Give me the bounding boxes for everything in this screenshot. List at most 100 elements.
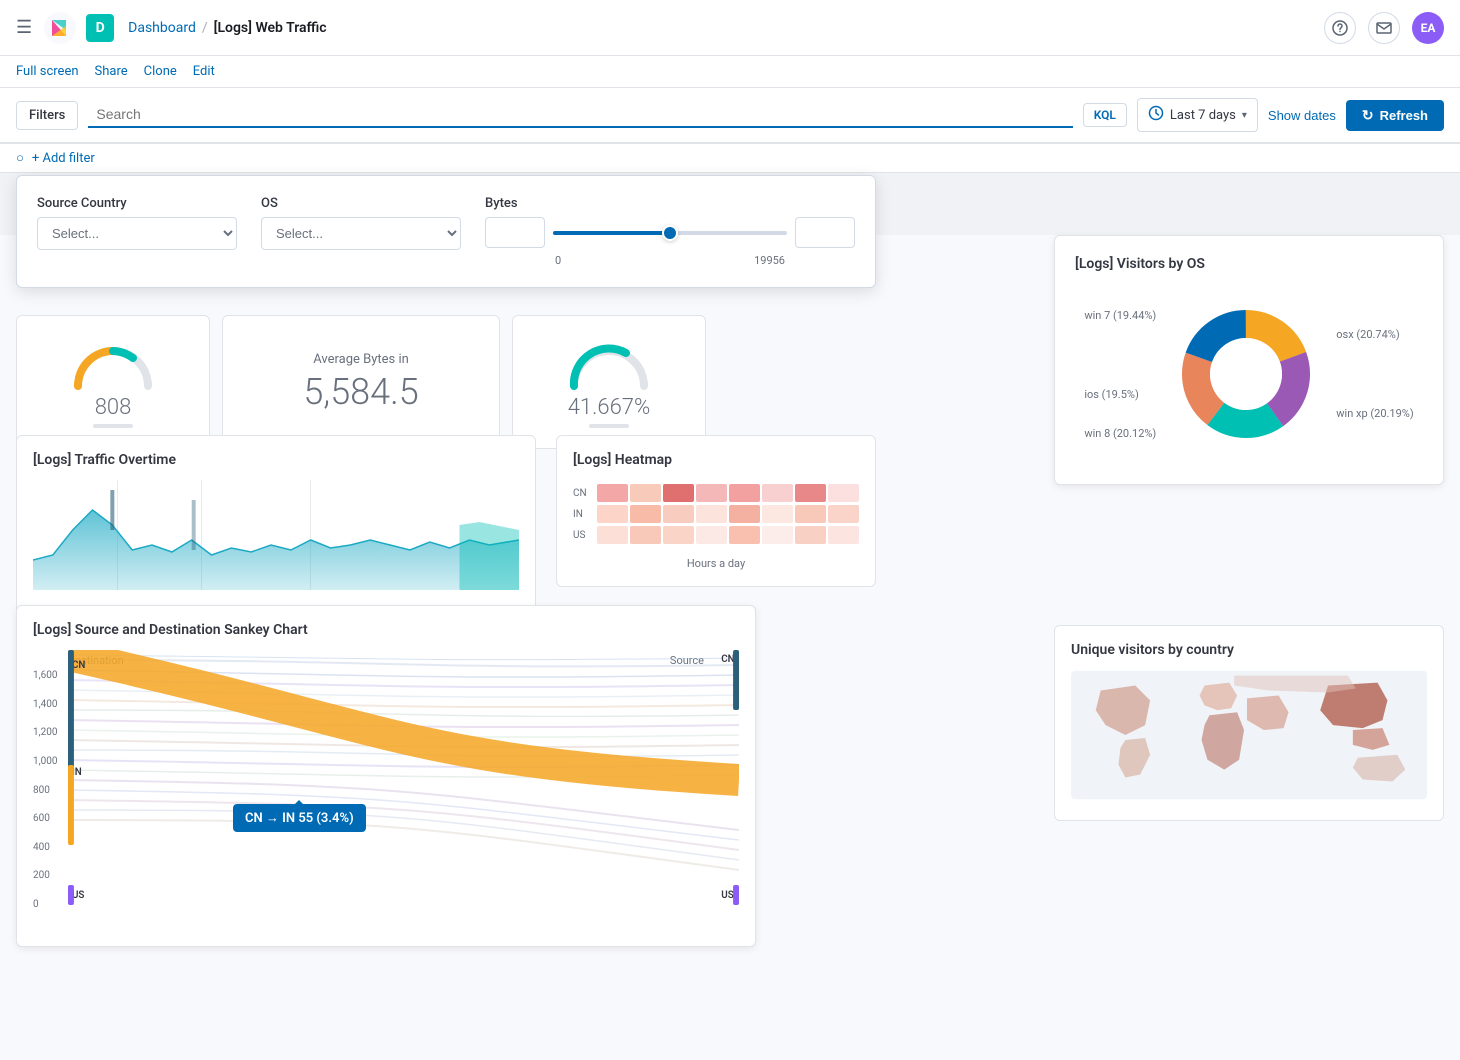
app-icon: D bbox=[86, 14, 114, 42]
y-400: 400 bbox=[33, 842, 68, 853]
mail-icon bbox=[1376, 20, 1392, 36]
heatmap-row-us: US bbox=[573, 530, 595, 541]
y-1000: 1,000 bbox=[33, 756, 68, 767]
heatmap-grid: CN IN bbox=[573, 480, 859, 551]
heatmap-us-6 bbox=[762, 526, 793, 544]
heatmap-cn-7 bbox=[795, 484, 826, 502]
avg-bytes-card: Average Bytes in 5,584.5 bbox=[222, 315, 500, 449]
gauge-card-1: 808 bbox=[16, 315, 210, 449]
sankey-chart-container: 1,600 1,400 1,200 1,000 800 600 400 200 … bbox=[33, 650, 739, 930]
heatmap-us-5 bbox=[729, 526, 760, 544]
help-button[interactable] bbox=[1324, 12, 1356, 44]
y-600: 600 bbox=[33, 813, 68, 824]
mail-button[interactable] bbox=[1368, 12, 1400, 44]
metrics-row: 808 Average Bytes in 5,584.5 41.667% bbox=[16, 315, 706, 449]
heatmap-in-8 bbox=[828, 505, 859, 523]
filters-label: Filters bbox=[16, 101, 78, 130]
os-select[interactable]: Select... bbox=[261, 217, 461, 250]
range-thumb[interactable] bbox=[662, 225, 678, 241]
content-area: Source Country Select... OS Select... By… bbox=[0, 175, 1460, 1000]
time-filter[interactable]: Last 7 days ▾ bbox=[1137, 98, 1258, 132]
kibana-logo bbox=[44, 12, 76, 44]
kql-badge[interactable]: KQL bbox=[1083, 103, 1127, 127]
gauge-1-value: 808 bbox=[95, 395, 132, 420]
heatmap-us-8 bbox=[828, 526, 859, 544]
show-dates-button[interactable]: Show dates bbox=[1268, 108, 1336, 123]
refresh-button[interactable]: ↻ Refresh bbox=[1346, 100, 1444, 131]
map-card-title: Unique visitors by country bbox=[1071, 642, 1427, 658]
breadcrumb-dashboard[interactable]: Dashboard bbox=[128, 20, 196, 36]
bytes-min-input[interactable] bbox=[485, 217, 545, 248]
y-1400: 1,400 bbox=[33, 699, 68, 710]
heatmap-cn-2 bbox=[630, 484, 661, 502]
refresh-label: Refresh bbox=[1380, 108, 1428, 123]
heatmap-cn-1 bbox=[597, 484, 628, 502]
clone-link[interactable]: Clone bbox=[144, 64, 177, 79]
visitors-card-title: [Logs] Visitors by OS bbox=[1075, 256, 1423, 272]
bytes-label: Bytes bbox=[485, 196, 855, 211]
y-800: 800 bbox=[33, 785, 68, 796]
filterbar: Filters KQL Last 7 days ▾ Show dates ↻ R… bbox=[0, 88, 1460, 144]
heatmap-cn-8 bbox=[828, 484, 859, 502]
y-1600: 1,600 bbox=[33, 670, 68, 681]
gauge-bar-2 bbox=[589, 424, 629, 428]
toolbar-links: Full screen Share Clone Edit bbox=[16, 64, 215, 79]
y-1200: 1,200 bbox=[33, 727, 68, 738]
topbar: ☰ D Dashboard / [Logs] Web Traffic EA bbox=[0, 0, 1460, 56]
heatmap-cn-3 bbox=[663, 484, 694, 502]
heatmap-in-5 bbox=[729, 505, 760, 523]
range-fill bbox=[553, 231, 670, 235]
heatmap-us-1 bbox=[597, 526, 628, 544]
hamburger-icon[interactable]: ☰ bbox=[16, 17, 32, 38]
svg-text:CN: CN bbox=[72, 660, 85, 671]
breadcrumb-current: [Logs] Web Traffic bbox=[214, 20, 327, 36]
add-filter-row[interactable]: ○ + Add filter bbox=[0, 144, 1460, 173]
source-country-label: Source Country bbox=[37, 196, 237, 211]
heatmap-us-2 bbox=[630, 526, 661, 544]
sankey-svg: CN IN US CN US bbox=[68, 650, 739, 905]
heatmap-cn-5 bbox=[729, 484, 760, 502]
heatmap-card-title: [Logs] Heatmap bbox=[573, 452, 859, 468]
range-track[interactable] bbox=[553, 231, 787, 235]
gauge-2-value: 41.667% bbox=[568, 395, 651, 420]
traffic-overtime-card: [Logs] Traffic Overtime bbox=[16, 435, 536, 617]
chevron-down-icon: ▾ bbox=[1242, 110, 1247, 121]
heatmap-cn-6 bbox=[762, 484, 793, 502]
source-country-select[interactable]: Select... bbox=[37, 217, 237, 250]
search-input[interactable] bbox=[88, 102, 1072, 128]
svg-text:US: US bbox=[721, 890, 733, 901]
breadcrumb-separator: / bbox=[202, 20, 208, 36]
heatmap-in-1 bbox=[597, 505, 628, 523]
heatmap-us-7 bbox=[795, 526, 826, 544]
breadcrumb: Dashboard / [Logs] Web Traffic bbox=[128, 20, 1324, 36]
edit-link[interactable]: Edit bbox=[193, 64, 215, 79]
clock-icon bbox=[1148, 105, 1164, 125]
heatmap-row-in: IN bbox=[573, 509, 595, 520]
os-legend-winxp: win xp (20.19%) bbox=[1336, 407, 1413, 420]
os-legend-win8: win 8 (20.12%) bbox=[1084, 427, 1156, 440]
add-filter-label[interactable]: + Add filter bbox=[32, 151, 95, 166]
donut-svg bbox=[1166, 294, 1326, 454]
help-icon bbox=[1332, 20, 1348, 36]
heatmap-in-4 bbox=[696, 505, 727, 523]
bytes-max-label: 19956 bbox=[754, 254, 785, 267]
topbar-actions: EA bbox=[1324, 12, 1444, 44]
heatmap-in-2 bbox=[630, 505, 661, 523]
share-link[interactable]: Share bbox=[95, 64, 128, 79]
traffic-chart-svg bbox=[33, 480, 519, 590]
visitors-card: [Logs] Visitors by OS win 7 (19.44%) ios… bbox=[1054, 235, 1444, 485]
map-card: Unique visitors by country bbox=[1054, 625, 1444, 821]
world-map-svg bbox=[1071, 670, 1427, 800]
avg-bytes-value: 5,584.5 bbox=[303, 371, 418, 413]
heatmap-card: [Logs] Heatmap CN IN bbox=[556, 435, 876, 587]
user-avatar[interactable]: EA bbox=[1412, 12, 1444, 44]
circle-icon: ○ bbox=[16, 150, 24, 166]
bytes-range bbox=[485, 217, 855, 248]
fullscreen-link[interactable]: Full screen bbox=[16, 64, 79, 79]
sankey-y-axis: 1,600 1,400 1,200 1,000 800 600 400 200 … bbox=[33, 670, 68, 910]
sankey-card: [Logs] Source and Destination Sankey Cha… bbox=[16, 605, 756, 947]
heatmap-row-cn: CN bbox=[573, 488, 595, 499]
bytes-max-input[interactable] bbox=[795, 217, 855, 248]
heatmap-us-3 bbox=[663, 526, 694, 544]
os-label: OS bbox=[261, 196, 461, 211]
